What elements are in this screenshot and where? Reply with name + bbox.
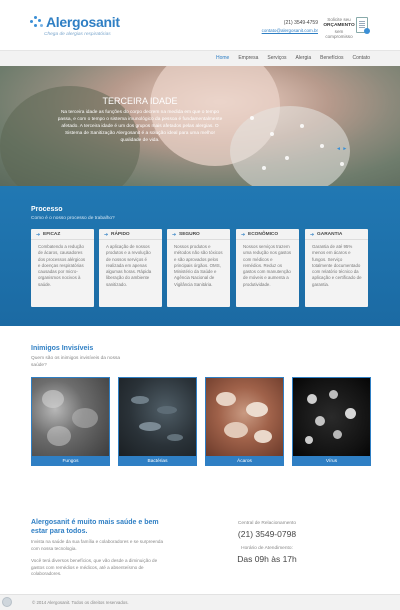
process-card-title: EFICAZ [43, 232, 61, 237]
settings-icon[interactable] [2, 597, 12, 607]
fungos-image [32, 378, 109, 456]
benefits-heading: Alergosanit é muito mais saúde e bem est… [31, 519, 159, 536]
main-nav: Home Empresa Serviços Alergia Benefícios Cont… [0, 50, 400, 66]
process-card-header: ➔ RÁPIDO [99, 229, 162, 240]
site-header: Alergosanit Chega de alergias respiratór… [0, 0, 400, 50]
nav-item-contato[interactable]: Contato [352, 55, 370, 61]
document-icon[interactable] [356, 17, 370, 34]
micro-card-virus[interactable]: Vírus [292, 377, 371, 466]
header-phone: (21) 3549-4759 [283, 20, 318, 26]
virus-image [293, 378, 370, 456]
bacterias-image [119, 378, 196, 456]
inimigos-subtitle: Quem são os inimigos invisíveis da nossa… [31, 356, 121, 368]
process-card-header: ➔ ECONÔMICO [236, 229, 299, 240]
quote-line-1: Solicite seu [327, 17, 351, 22]
acaros-image [206, 378, 283, 456]
site-footer: © 2014 Alergosanit. Todos os direitos re… [0, 594, 400, 610]
process-card-text: Nossos serviços trazem uma redução nos g… [243, 244, 292, 287]
processo-title: Processo [31, 206, 63, 213]
processo-section: Processo Como é o nosso processo de trab… [0, 186, 400, 326]
process-card-title: SEGURO [179, 232, 200, 237]
process-card-title: ECONÔMICO [248, 232, 279, 237]
micro-label: Bactérias [147, 459, 168, 464]
quote-line-3: sem compromisso [325, 28, 353, 40]
process-card-text: A aplicação de nossos produtos e a revol… [106, 244, 152, 287]
brand-name: Alergosanit [46, 14, 120, 30]
process-card-header: ➔ GARANTIA [305, 229, 368, 240]
hero-banner: TERCEIRA IDADE Na terceira idade as funç… [0, 66, 400, 186]
process-card: ➔ SEGURO Nossos produtos e métodos não são… [167, 229, 230, 307]
copyright: © 2014 Alergosanit. Todos os direitos re… [32, 600, 129, 605]
micro-label: Vírus [325, 459, 338, 464]
benefits-text-1: Invista na saúde da sua família e colabo… [31, 539, 164, 551]
process-card: ➔ ECONÔMICO Nossos serviços trazem uma red… [236, 229, 299, 307]
micro-card-fungos[interactable]: Fungos [31, 377, 110, 466]
quote-cta[interactable]: Solicite seu ORÇAMENTO sem compromisso [322, 17, 356, 40]
process-card-text: Garantia de até 95% menos em ácaros e fu… [312, 244, 362, 287]
nav-item-alergia[interactable]: Alergia [296, 55, 312, 61]
process-card-title: RÁPIDO [111, 232, 130, 237]
nav-item-home[interactable]: Home [216, 55, 229, 61]
contact-label: Central de Relacionamento [237, 521, 297, 526]
arrow-right-icon: ➔ [241, 232, 246, 238]
process-card-title: GARANTIA [317, 232, 343, 237]
logo[interactable]: Alergosanit [30, 14, 120, 30]
hero-text: Na terceira idade as funções do corpo de… [57, 110, 223, 143]
micro-label: Ácaros [237, 459, 252, 464]
arrow-right-icon: ➔ [310, 232, 315, 238]
hero-title: TERCEIRA IDADE [102, 96, 178, 106]
nav-item-beneficios[interactable]: Benefícios [320, 55, 343, 61]
process-card-text: Combatendo a redução de ácaros, causador… [38, 244, 86, 287]
process-card: ➔ RÁPIDO A aplicação de nossos produtos e … [99, 229, 162, 307]
header-contact: (21) 3549-4759 contato@alergosanit.com.b… [254, 20, 318, 33]
contact-box: Central de Relacionamento (21) 3549-0798… [232, 521, 302, 564]
contact-phone[interactable]: (21) 3549-0798 [232, 529, 302, 539]
process-card-header: ➔ SEGURO [167, 229, 230, 240]
benefits-text-2: Você terá diversos benefícios, que vão d… [31, 558, 158, 577]
process-card: ➔ GARANTIA Garantia de até 95% menos em ác… [305, 229, 368, 307]
arrow-right-icon: ➔ [172, 232, 177, 238]
processo-subtitle: Como é o nosso processo de trabalho? [31, 216, 115, 221]
micro-card-acaros[interactable]: Ácaros [205, 377, 284, 466]
quote-line-2: ORÇAMENTO [323, 22, 355, 28]
header-email-link[interactable]: contato@alergosanit.com.br [254, 28, 318, 33]
hours-value: Das 09h às 17h [237, 554, 297, 564]
inimigos-title: Inimigos Invisíveis [31, 345, 94, 352]
slider-arrows-icon[interactable]: ◄ ► [336, 146, 347, 152]
nav-item-servicos[interactable]: Serviços [267, 55, 286, 61]
process-card-header: ➔ EFICAZ [31, 229, 94, 240]
logo-mark-icon [30, 15, 44, 29]
nav-item-empresa[interactable]: Empresa [238, 55, 258, 61]
arrow-right-icon: ➔ [36, 232, 41, 238]
hours-label: Horário de Atendimento: [241, 546, 293, 551]
micro-label: Fungos [62, 459, 79, 464]
slogan: Chega de alergias respiratórias [44, 32, 111, 37]
arrow-right-icon: ➔ [104, 232, 109, 238]
micro-card-bacterias[interactable]: Bactérias [118, 377, 197, 466]
process-card: ➔ EFICAZ Combatendo a redução de ácaros, c… [31, 229, 94, 307]
process-card-text: Nossos produtos e métodos não são tóxico… [174, 244, 223, 287]
